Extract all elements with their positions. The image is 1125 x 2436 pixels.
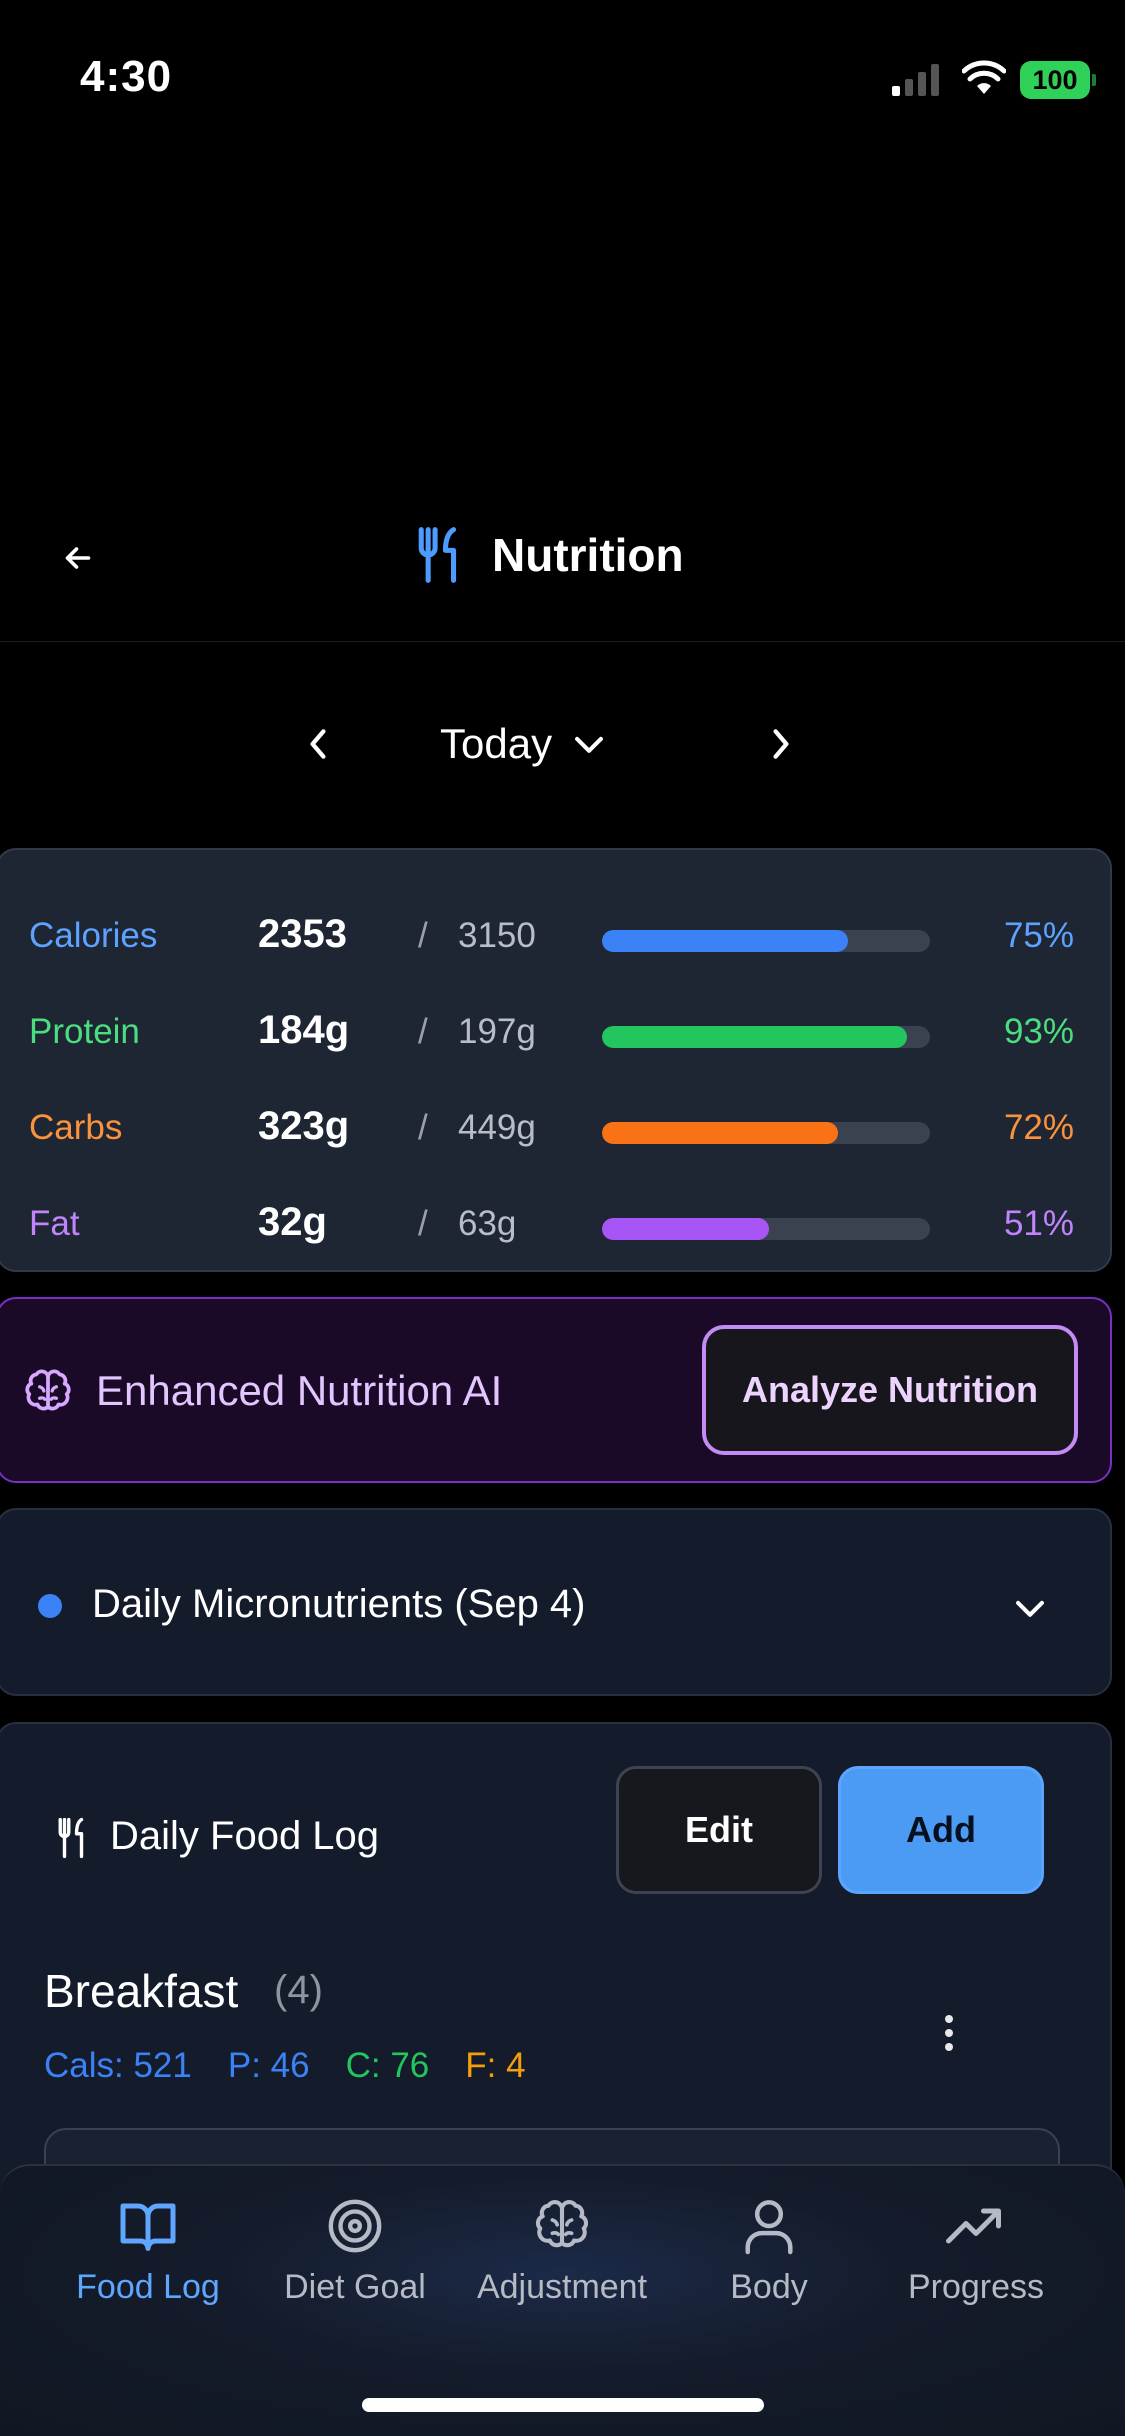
macro-percent: 75% <box>1003 916 1074 955</box>
macro-percent: 51% <box>1003 1204 1074 1243</box>
tab-body[interactable]: Body <box>669 2196 869 2316</box>
tab-progress[interactable]: Progress <box>876 2196 1076 2316</box>
tab-food-log[interactable]: Food Log <box>48 2196 248 2316</box>
utensils-icon <box>58 1817 84 1859</box>
micronutrients-accordion[interactable]: Daily Micronutrients (Sep 4) <box>0 1508 1112 1696</box>
status-time: 4:30 <box>80 52 173 101</box>
macro-row-fat: Fat 32g / 63g 51% <box>0 1196 1110 1256</box>
macro-value: 2353 <box>258 912 347 956</box>
tab-label: Diet Goal <box>284 2268 426 2306</box>
progress-bar <box>602 1026 930 1048</box>
status-dot <box>38 1594 62 1618</box>
more-options-icon[interactable] <box>934 2008 964 2058</box>
progress-bar <box>602 1122 930 1144</box>
next-day-button[interactable] <box>758 716 804 772</box>
brain-icon <box>25 1369 71 1411</box>
back-button[interactable] <box>50 530 106 586</box>
date-navigator: Today <box>0 700 1125 790</box>
page-title: Nutrition <box>492 529 684 581</box>
book-open-icon <box>118 2196 178 2256</box>
nav-header: Nutrition <box>0 500 1125 642</box>
macro-name: Fat <box>29 1204 80 1243</box>
add-button[interactable]: Add <box>838 1766 1044 1894</box>
progress-fill <box>602 1218 770 1240</box>
micronutrients-label: Daily Micronutrients (Sep 4) <box>92 1582 586 1626</box>
macro-percent: 93% <box>1003 1012 1074 1051</box>
meal-item-count: (4) <box>274 1968 323 2012</box>
macro-name: Protein <box>29 1012 140 1051</box>
tab-label: Progress <box>907 2268 1045 2306</box>
macro-summary-card: Calories 2353 / 3150 75% Protein 184g / … <box>0 848 1112 1272</box>
user-icon <box>739 2196 799 2256</box>
macro-goal: 197g <box>458 1012 536 1051</box>
macro-separator: / <box>418 916 428 955</box>
target-icon <box>325 2196 385 2256</box>
meal-calories: Cals: 521 <box>44 2046 192 2085</box>
home-indicator <box>362 2398 764 2412</box>
meal-carbs: C: 76 <box>345 2046 430 2085</box>
macro-row-carbs: Carbs 323g / 449g 72% <box>0 1100 1110 1160</box>
date-selector[interactable]: Today <box>440 716 606 772</box>
trending-up-icon <box>946 2196 1006 2256</box>
meal-protein: P: 46 <box>227 2046 310 2085</box>
meal-title: Breakfast <box>44 1965 239 2017</box>
arrow-left-icon <box>65 547 91 569</box>
macro-goal: 449g <box>458 1108 536 1147</box>
date-label: Today <box>440 720 553 767</box>
meal-macros: Cals: 521 P: 46 C: 76 F: 4 <box>44 2046 526 2086</box>
edit-button[interactable]: Edit <box>616 1766 822 1894</box>
bottom-tab-bar: Food Log Diet Goal Adjustment Body Progr… <box>0 2164 1125 2436</box>
progress-bar <box>602 930 930 952</box>
macro-name: Calories <box>29 916 158 955</box>
meal-fat: F: 4 <box>465 2046 526 2085</box>
tab-adjustment[interactable]: Adjustment <box>462 2196 662 2316</box>
food-log-title: Daily Food Log <box>110 1814 380 1858</box>
chevron-down-icon <box>1010 1588 1050 1628</box>
enhanced-ai-card: Enhanced Nutrition AI Analyze Nutrition <box>0 1297 1112 1483</box>
chevron-down-icon <box>572 732 606 756</box>
progress-bar <box>602 1218 930 1240</box>
macro-row-protein: Protein 184g / 197g 93% <box>0 1004 1110 1064</box>
status-bar: 4:30 100 <box>0 0 1125 160</box>
progress-fill <box>602 1122 839 1144</box>
macro-separator: / <box>418 1012 428 1051</box>
macro-name: Carbs <box>29 1108 123 1147</box>
chevron-left-icon <box>310 729 326 759</box>
macro-separator: / <box>418 1204 428 1243</box>
utensils-icon <box>418 527 457 583</box>
progress-fill <box>602 1026 908 1048</box>
previous-day-button[interactable] <box>295 716 341 772</box>
brain-icon <box>532 2196 592 2256</box>
tab-label: Adjustment <box>476 2268 648 2306</box>
macro-value: 323g <box>258 1104 350 1148</box>
tab-label: Food Log <box>76 2268 220 2306</box>
chevron-right-icon <box>773 729 789 759</box>
macro-goal: 63g <box>458 1204 517 1243</box>
progress-fill <box>602 930 848 952</box>
tab-diet-goal[interactable]: Diet Goal <box>255 2196 455 2316</box>
macro-separator: / <box>418 1108 428 1147</box>
macro-goal: 3150 <box>458 916 536 955</box>
battery-indicator: 100 <box>1020 61 1096 99</box>
macro-value: 184g <box>258 1008 350 1052</box>
analyze-nutrition-button[interactable]: Analyze Nutrition <box>702 1325 1078 1455</box>
wifi-icon <box>962 60 1006 94</box>
page-title-group: Nutrition <box>414 522 684 588</box>
macro-percent: 72% <box>1003 1108 1074 1147</box>
ai-label: Enhanced Nutrition AI <box>96 1367 503 1414</box>
macro-row-calories: Calories 2353 / 3150 75% <box>0 908 1110 968</box>
tab-label: Body <box>730 2268 808 2306</box>
cellular-signal-icon <box>892 64 939 96</box>
macro-value: 32g <box>258 1200 327 1244</box>
